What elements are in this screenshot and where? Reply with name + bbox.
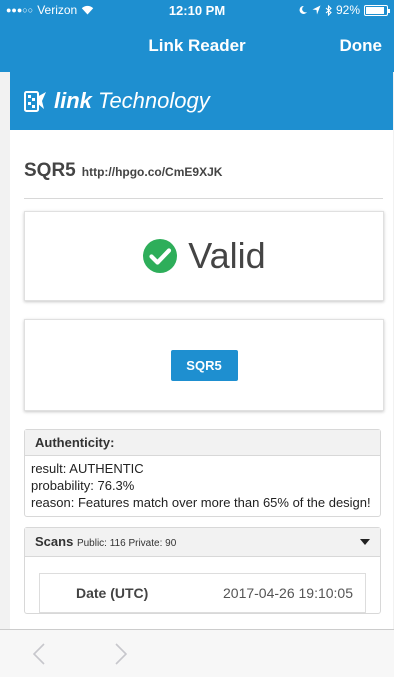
nav-title: Link Reader: [148, 36, 246, 55]
auth-probability: probability: 76.3%: [31, 478, 135, 493]
chevron-right-icon: [115, 642, 127, 665]
divider: [24, 198, 383, 199]
authenticity-title: Authenticity:: [25, 430, 380, 456]
web-content: link Technology SQR5 http://hpgo.co/CmE9…: [10, 72, 393, 629]
location-icon: [312, 5, 321, 15]
signal-icon: ●●●○○: [6, 5, 34, 15]
navigation-bar: Link Reader Done: [0, 20, 394, 72]
code-button[interactable]: SQR5: [170, 349, 238, 381]
link-logo-icon: [24, 91, 46, 112]
chevron-left-icon: [33, 642, 45, 665]
code-label: SQR5: [24, 160, 76, 181]
battery-percent: 92%: [335, 3, 360, 17]
code-heading: SQR5 http://hpgo.co/CmE9XJK: [10, 130, 393, 182]
status-bar: ●●●○○ Verizon 12:10 PM 92%: [0, 0, 394, 20]
code-url: http://hpgo.co/CmE9XJK: [81, 165, 223, 179]
brand-header: link Technology: [10, 72, 393, 130]
carrier-label: Verizon: [37, 3, 78, 17]
authenticity-panel: Authenticity: result: AUTHENTIC probabil…: [24, 429, 381, 517]
scans-panel: Scans Public: 116 Private: 90 Date (UTC)…: [24, 527, 381, 614]
scan-date-value: 2017-04-26 19:10:05: [223, 585, 353, 601]
scans-counts: Public: 116 Private: 90: [76, 538, 177, 549]
scans-table-header: Date (UTC) 2017-04-26 19:10:05: [39, 573, 366, 613]
moon-icon: [299, 5, 307, 14]
brand-name: link Technology: [54, 88, 210, 113]
code-card: SQR5: [24, 319, 384, 411]
top-bar: ●●●○○ Verizon 12:10 PM 92% Link Reader D…: [0, 0, 394, 72]
back-button[interactable]: [28, 642, 50, 666]
bluetooth-icon: [325, 4, 332, 16]
done-button[interactable]: Done: [340, 36, 383, 56]
validity-card: Valid: [24, 211, 384, 301]
wifi-icon: [82, 5, 94, 15]
auth-result: result: AUTHENTIC: [31, 461, 144, 476]
scans-title: Scans: [35, 534, 74, 549]
authenticity-details: result: AUTHENTIC probability: 76.3% rea…: [25, 456, 380, 516]
validity-status: Valid: [188, 235, 266, 276]
forward-button[interactable]: [110, 642, 132, 666]
browser-toolbar: [0, 629, 394, 677]
caret-down-icon[interactable]: [360, 538, 370, 545]
scans-header[interactable]: Scans Public: 116 Private: 90: [25, 528, 380, 557]
auth-reason: reason: Features match over more than 65…: [31, 495, 371, 510]
check-circle-icon: [143, 239, 178, 273]
date-column-header: Date (UTC): [76, 585, 149, 601]
battery-icon: [364, 4, 390, 16]
